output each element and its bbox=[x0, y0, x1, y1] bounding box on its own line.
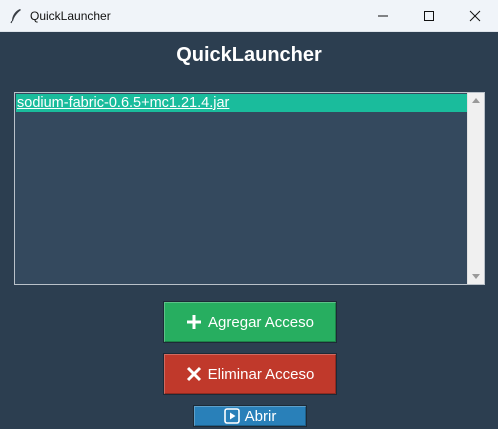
play-icon bbox=[223, 408, 240, 424]
minimize-icon bbox=[378, 15, 388, 17]
minimize-button[interactable] bbox=[360, 0, 406, 32]
close-button[interactable] bbox=[452, 0, 498, 32]
scroll-down-arrow-icon[interactable] bbox=[472, 274, 480, 279]
remove-shortcut-label: Eliminar Acceso bbox=[207, 365, 315, 383]
plus-icon bbox=[186, 314, 202, 330]
window-title: QuickLauncher bbox=[30, 9, 111, 23]
close-icon bbox=[469, 10, 481, 22]
scroll-up-arrow-icon[interactable] bbox=[472, 98, 480, 103]
add-shortcut-label: Agregar Acceso bbox=[208, 313, 314, 331]
app-window: QuickLauncher QuickLauncher sodium-fabri… bbox=[0, 0, 498, 429]
list-area[interactable]: sodium-fabric-0.6.5+mc1.21.4.jar bbox=[16, 94, 467, 283]
feather-icon bbox=[10, 9, 21, 24]
shortcut-listbox[interactable]: sodium-fabric-0.6.5+mc1.21.4.jar bbox=[14, 92, 485, 285]
open-label: Abrir bbox=[244, 407, 277, 425]
remove-shortcut-button[interactable]: Eliminar Acceso bbox=[163, 353, 337, 395]
list-item[interactable]: sodium-fabric-0.6.5+mc1.21.4.jar bbox=[16, 94, 467, 112]
add-shortcut-button[interactable]: Agregar Acceso bbox=[163, 301, 337, 343]
open-button[interactable]: Abrir bbox=[193, 405, 307, 427]
title-bar[interactable]: QuickLauncher bbox=[0, 0, 498, 32]
maximize-icon bbox=[424, 11, 434, 21]
maximize-button[interactable] bbox=[406, 0, 452, 32]
vertical-scrollbar[interactable] bbox=[467, 93, 484, 284]
page-title: QuickLauncher bbox=[176, 44, 322, 66]
x-icon bbox=[186, 366, 202, 382]
